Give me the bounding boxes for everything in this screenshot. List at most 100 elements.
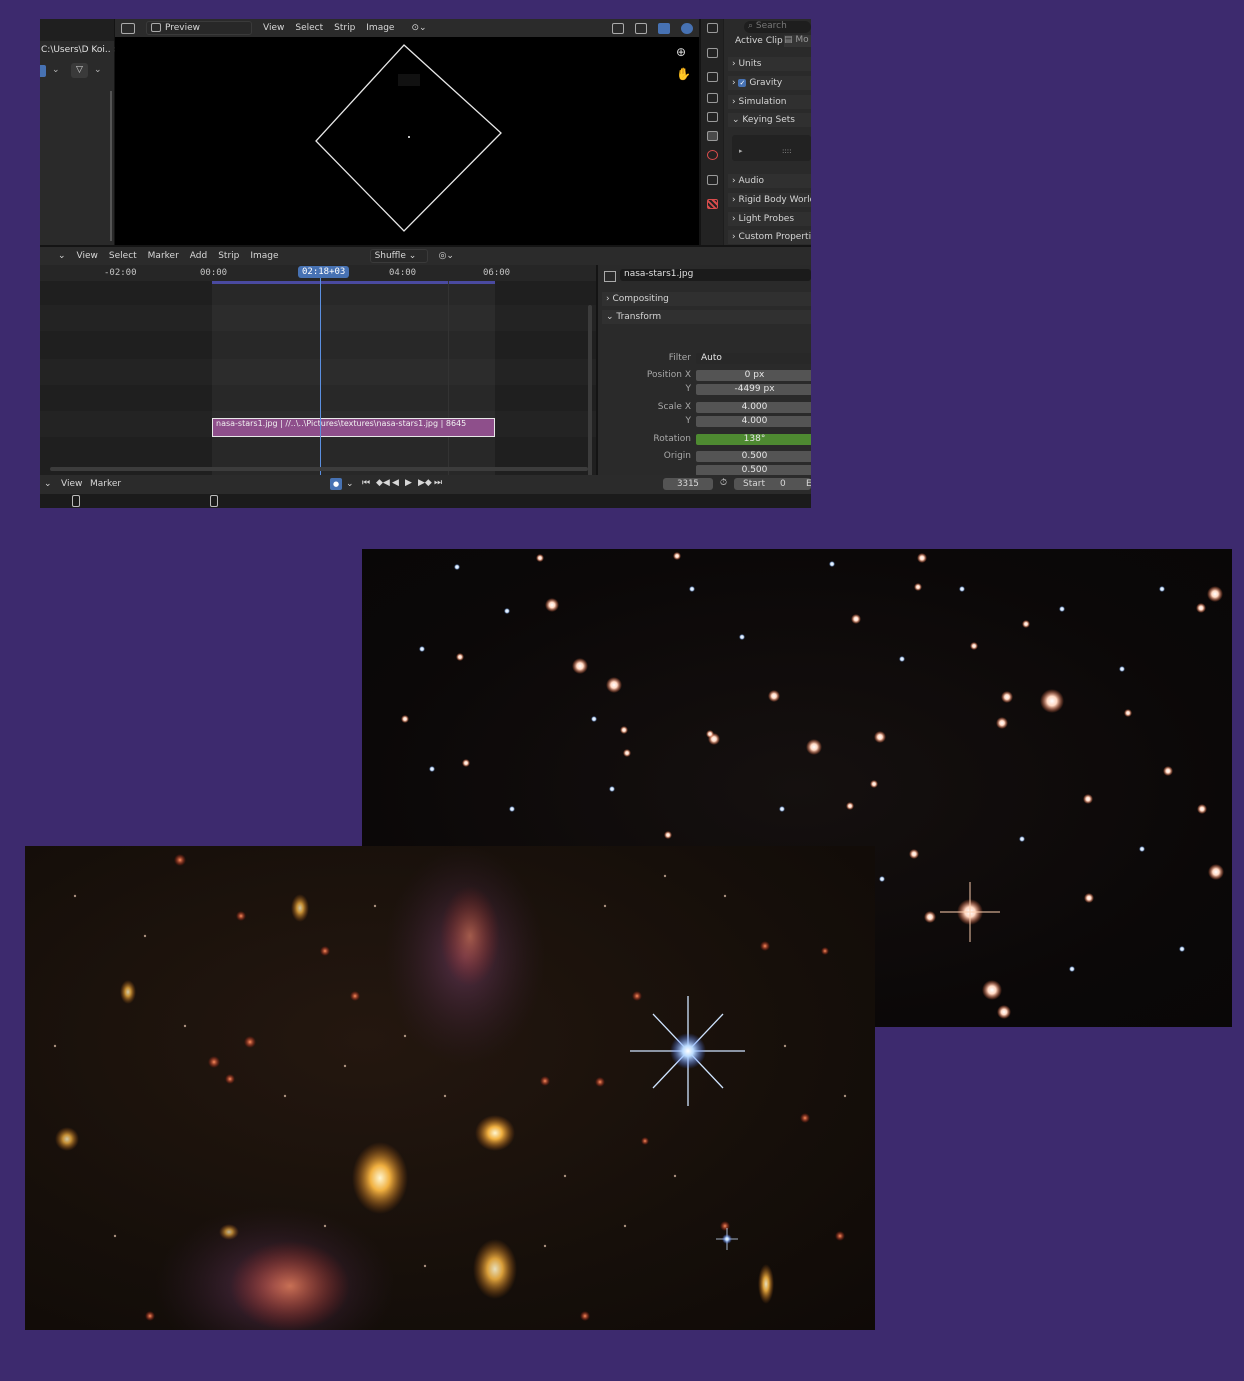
- rotation-field[interactable]: 138°: [696, 434, 811, 445]
- panel-light-probes[interactable]: › Light Probes: [728, 212, 811, 226]
- start-field[interactable]: Start 0 E: [734, 478, 811, 490]
- file-path-field[interactable]: C:\Users\D Koi...: [41, 45, 111, 55]
- jump-end-icon[interactable]: ⏭: [434, 478, 442, 488]
- scale-x-row: Scale X 4.000: [598, 402, 811, 414]
- panel-audio[interactable]: › Audio: [728, 174, 811, 188]
- snapping-dropdown[interactable]: Shuffle ⌄: [369, 249, 428, 263]
- gizmo-icon[interactable]: [635, 22, 647, 34]
- hand-pan-icon[interactable]: ✋: [676, 67, 691, 81]
- origin-label: Origin: [663, 451, 691, 461]
- search-field[interactable]: ⌕ Search: [744, 21, 811, 33]
- mode-dropdown[interactable]: Preview: [146, 21, 252, 35]
- collection-icon[interactable]: [707, 175, 718, 185]
- keying-set-list[interactable]: ▸::::: [732, 135, 811, 161]
- image-strip[interactable]: nasa-stars1.jpg | //..\..\Pictures\textu…: [212, 418, 495, 437]
- menu-strip[interactable]: Strip: [218, 251, 239, 261]
- world-icon[interactable]: [707, 150, 718, 160]
- current-frame-field[interactable]: 3315: [663, 478, 713, 490]
- filter-icon[interactable]: ▽: [71, 63, 88, 78]
- rotation-row: Rotation 138°: [598, 434, 811, 446]
- menu-marker[interactable]: Marker: [148, 251, 179, 261]
- menu-select[interactable]: Select: [295, 23, 323, 33]
- marker-handle[interactable]: [72, 495, 80, 507]
- display-channels-icon[interactable]: [612, 22, 624, 34]
- chevron-down-icon[interactable]: ⌄: [346, 479, 354, 489]
- galaxy-image: [53, 846, 847, 1330]
- render-icon[interactable]: [707, 72, 718, 82]
- panel-transform[interactable]: ⌄ Transform: [602, 310, 811, 324]
- menu-view[interactable]: View: [263, 23, 284, 33]
- position-y-field[interactable]: -4499 px: [696, 384, 811, 395]
- stopwatch-icon[interactable]: ⏱: [720, 478, 727, 488]
- preview-header: Preview View Select Strip Image ⊙⌄: [115, 19, 699, 37]
- filter-dropdown[interactable]: Auto: [696, 353, 811, 364]
- editor-type-icon[interactable]: [121, 22, 135, 34]
- panel-simulation[interactable]: › Simulation: [728, 95, 811, 109]
- galaxy: [55, 1127, 79, 1151]
- galaxy: [120, 980, 136, 1004]
- menu-view[interactable]: View: [61, 479, 82, 489]
- overlay-toggle-icon[interactable]: [658, 22, 670, 34]
- chevron-down-icon[interactable]: ⌄: [94, 65, 102, 75]
- panel-rigid-body-world[interactable]: › Rigid Body World: [728, 193, 811, 207]
- preview-viewport[interactable]: ⊕ ✋: [115, 37, 699, 245]
- texture-icon[interactable]: [707, 199, 718, 209]
- output-icon[interactable]: [707, 93, 718, 103]
- play-icon[interactable]: ▶: [405, 478, 412, 488]
- scene-icon[interactable]: [707, 131, 718, 141]
- record-button[interactable]: ●: [330, 478, 342, 490]
- position-x-label: Position X: [646, 370, 691, 380]
- play-reverse-icon[interactable]: ◀: [392, 478, 399, 488]
- pivot-icon[interactable]: ⊙⌄: [411, 23, 426, 33]
- prev-keyframe-icon[interactable]: ◆◀: [376, 478, 390, 488]
- scale-y-field[interactable]: 4.000: [696, 416, 811, 427]
- sequencer-timeline[interactable]: -02:00 00:00 04:00 06:00 nasa-stars1.jpg…: [40, 265, 596, 477]
- tab-active-clip[interactable]: Active Clip: [735, 36, 783, 46]
- menu-view[interactable]: View: [77, 251, 98, 261]
- horizontal-scrollbar[interactable]: [50, 467, 588, 471]
- menu-strip[interactable]: Strip: [334, 23, 355, 33]
- menu-select[interactable]: Select: [109, 251, 137, 261]
- scrollbar[interactable]: [110, 91, 112, 241]
- tab-modifiers[interactable]: ▤ Mo: [784, 35, 811, 47]
- view-mode-button[interactable]: [40, 65, 46, 77]
- jump-start-icon[interactable]: ⏮: [362, 478, 370, 488]
- tool-icon[interactable]: [707, 48, 718, 58]
- chevron-down-icon[interactable]: ⌄: [44, 479, 52, 489]
- end-label: E: [806, 479, 811, 489]
- view-layer-icon[interactable]: [707, 112, 718, 122]
- playhead-time[interactable]: 02:18+03: [298, 266, 350, 278]
- scale-x-field[interactable]: 4.000: [696, 402, 811, 413]
- strip-name-field[interactable]: nasa-stars1.jpg: [620, 269, 811, 281]
- position-x-field[interactable]: 0 px: [696, 370, 811, 381]
- panel-units[interactable]: › Units: [728, 57, 811, 71]
- red-nebula: [440, 886, 500, 986]
- panel-gravity[interactable]: › ✓ Gravity: [728, 76, 811, 90]
- checkbox[interactable]: ✓: [738, 79, 747, 87]
- chevron-down-icon[interactable]: ⌄: [58, 251, 66, 261]
- mini-timeline[interactable]: [40, 494, 811, 508]
- preview-icon: [151, 23, 161, 32]
- overlay-icon[interactable]: ◎⌄: [439, 251, 454, 261]
- panel-keying-sets[interactable]: ⌄ Keying Sets: [728, 113, 811, 127]
- menu-image[interactable]: Image: [250, 251, 278, 261]
- chevron-down-icon[interactable]: ⌄: [52, 65, 60, 75]
- panel-label: Units: [738, 59, 762, 69]
- menu-marker[interactable]: Marker: [90, 479, 121, 489]
- overlay-options-icon[interactable]: [681, 22, 693, 34]
- vertical-scrollbar[interactable]: [588, 305, 592, 477]
- panel-label: Keying Sets: [742, 115, 795, 125]
- panel-label: Custom Properties: [738, 232, 811, 242]
- panel-compositing[interactable]: › Compositing: [602, 292, 811, 306]
- panel-custom-properties[interactable]: › Custom Properties: [728, 230, 811, 244]
- menu-add[interactable]: Add: [190, 251, 207, 261]
- next-keyframe-icon[interactable]: ▶◆: [418, 478, 432, 488]
- snapping-label: Shuffle: [374, 251, 406, 261]
- small-blue-star: [722, 1234, 732, 1244]
- marker-handle[interactable]: [210, 495, 218, 507]
- menu-image[interactable]: Image: [366, 23, 394, 33]
- editor-type-icon[interactable]: [707, 23, 718, 33]
- zoom-icon[interactable]: ⊕: [676, 45, 686, 59]
- origin-x-field[interactable]: 0.500: [696, 451, 811, 462]
- panel-label: Rigid Body World: [738, 195, 811, 205]
